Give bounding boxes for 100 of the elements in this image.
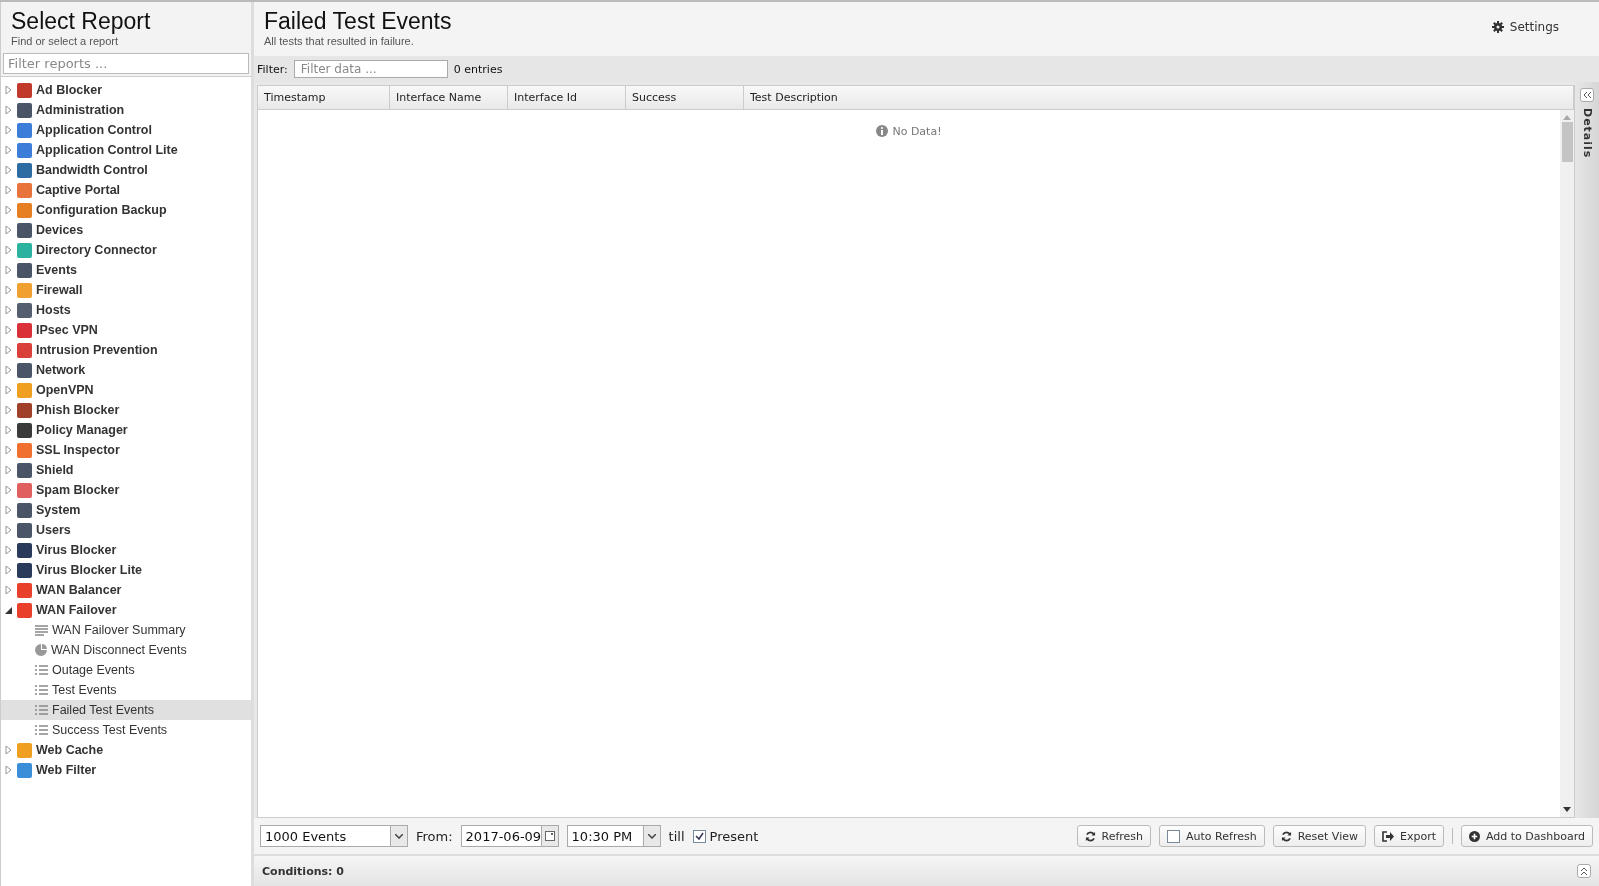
tree-item[interactable]: Network	[1, 360, 251, 380]
lines-icon	[35, 624, 48, 636]
checkbox[interactable]	[1167, 829, 1181, 843]
expanded-arrow-icon[interactable]	[5, 605, 13, 615]
collapsed-arrow-icon[interactable]	[5, 445, 13, 455]
caret-icon	[395, 833, 403, 839]
collapsed-arrow-icon[interactable]	[5, 185, 13, 195]
tree-item[interactable]: Application Control Lite	[1, 140, 251, 160]
collapsed-arrow-icon[interactable]	[5, 765, 13, 775]
tree-item[interactable]: Intrusion Prevention	[1, 340, 251, 360]
from-label: From:	[416, 828, 453, 844]
collapsed-arrow-icon[interactable]	[5, 465, 13, 475]
collapsed-arrow-icon[interactable]	[5, 105, 13, 115]
collapsed-arrow-icon[interactable]	[5, 145, 13, 155]
tree-item[interactable]: WAN Failover	[1, 600, 251, 620]
collapsed-arrow-icon[interactable]	[5, 265, 13, 275]
tree-item[interactable]: System	[1, 500, 251, 520]
collapsed-arrow-icon[interactable]	[5, 485, 13, 495]
tree-item[interactable]: Hosts	[1, 300, 251, 320]
expand-up-button[interactable]	[1577, 864, 1591, 878]
tree-item[interactable]: Policy Manager	[1, 420, 251, 440]
column-header[interactable]: Timestamp	[258, 86, 390, 109]
collapsed-arrow-icon[interactable]	[5, 245, 13, 255]
collapsed-arrow-icon[interactable]	[5, 345, 13, 355]
list-icon	[35, 704, 48, 716]
collapsed-arrow-icon[interactable]	[5, 325, 13, 335]
tree-item[interactable]: Events	[1, 260, 251, 280]
tree-item[interactable]: IPsec VPN	[1, 320, 251, 340]
tree-item[interactable]: Outage Events	[1, 660, 251, 680]
filter-label: Filter:	[257, 62, 288, 76]
tree-item[interactable]: Ad Blocker	[1, 80, 251, 100]
filter-reports-field[interactable]: Filter reports ...	[3, 53, 249, 74]
filter-data-field[interactable]: Filter data ...	[293, 60, 448, 78]
column-header[interactable]: Interface Id	[508, 86, 626, 109]
events-limit-select[interactable]: 1000 Events	[260, 825, 408, 847]
column-header[interactable]: Success	[626, 86, 744, 109]
collapsed-arrow-icon[interactable]	[5, 365, 13, 375]
scroll-thumb[interactable]	[1561, 122, 1573, 162]
tree-item[interactable]: SSL Inspector	[1, 440, 251, 460]
conditions-label: Conditions: 0	[262, 864, 344, 878]
tree-item[interactable]: Bandwidth Control	[1, 160, 251, 180]
collapsed-arrow-icon[interactable]	[5, 85, 13, 95]
tree-item[interactable]: Spam Blocker	[1, 480, 251, 500]
tree-item[interactable]: WAN Disconnect Events	[1, 640, 251, 660]
collapsed-arrow-icon[interactable]	[5, 525, 13, 535]
toolbar-button[interactable]: Auto Refresh	[1159, 825, 1265, 847]
scroll-up-icon[interactable]	[1563, 114, 1571, 120]
toolbar-button[interactable]: Refresh	[1076, 825, 1152, 847]
tree-item[interactable]: Virus Blocker Lite	[1, 560, 251, 580]
tree-item[interactable]: Web Filter	[1, 760, 251, 780]
scroll-down-icon[interactable]	[1563, 807, 1571, 813]
tree-item[interactable]: Application Control	[1, 120, 251, 140]
toolbar-button[interactable]: Export	[1373, 825, 1444, 847]
collapsed-arrow-icon[interactable]	[5, 285, 13, 295]
tree-item[interactable]: WAN Balancer	[1, 580, 251, 600]
scrollbar[interactable]	[1560, 110, 1574, 817]
toolbar-button[interactable]: Reset View	[1272, 825, 1366, 847]
time-select[interactable]: 10:30 PM	[566, 825, 661, 847]
collapsed-arrow-icon[interactable]	[5, 125, 13, 135]
details-label[interactable]: Details	[1580, 108, 1594, 159]
present-checkbox[interactable]	[692, 829, 706, 843]
tree-item[interactable]: Success Test Events	[1, 720, 251, 740]
collapsed-arrow-icon[interactable]	[5, 585, 13, 595]
tree-item[interactable]: Configuration Backup	[1, 200, 251, 220]
column-header[interactable]: Interface Name	[390, 86, 508, 109]
column-header[interactable]: Test Description	[744, 86, 1574, 109]
collapsed-arrow-icon[interactable]	[5, 405, 13, 415]
tree-item[interactable]: Phish Blocker	[1, 400, 251, 420]
collapsed-arrow-icon[interactable]	[5, 745, 13, 755]
tree-item[interactable]: Shield	[1, 460, 251, 480]
tree-item[interactable]: OpenVPN	[1, 380, 251, 400]
report-title: Failed Test Events	[264, 8, 452, 35]
tree-item[interactable]: Failed Test Events	[1, 700, 251, 720]
tree-item[interactable]: Captive Portal	[1, 180, 251, 200]
settings-button[interactable]: Settings	[1491, 20, 1589, 34]
collapsed-arrow-icon[interactable]	[5, 305, 13, 315]
tree-item[interactable]: WAN Failover Summary	[1, 620, 251, 640]
double-chevron-icon	[1582, 91, 1592, 99]
tree-item[interactable]: Test Events	[1, 680, 251, 700]
collapsed-arrow-icon[interactable]	[5, 165, 13, 175]
tree-item[interactable]: Devices	[1, 220, 251, 240]
list-icon	[35, 724, 48, 736]
date-field[interactable]: 2017-06-09	[460, 825, 559, 847]
toolbar-button[interactable]: Add to Dashboard	[1461, 825, 1593, 847]
tree-item[interactable]: Users	[1, 520, 251, 540]
list-icon	[35, 664, 48, 676]
tree-item[interactable]: Administration	[1, 100, 251, 120]
collapsed-arrow-icon[interactable]	[5, 425, 13, 435]
tree-item[interactable]: Web Cache	[1, 740, 251, 760]
tree-item[interactable]: Virus Blocker	[1, 540, 251, 560]
collapsed-arrow-icon[interactable]	[5, 565, 13, 575]
collapsed-arrow-icon[interactable]	[5, 545, 13, 555]
collapsed-arrow-icon[interactable]	[5, 505, 13, 515]
collapsed-arrow-icon[interactable]	[5, 205, 13, 215]
expand-button[interactable]	[1580, 88, 1594, 102]
calendar-icon	[544, 831, 555, 841]
collapsed-arrow-icon[interactable]	[5, 385, 13, 395]
collapsed-arrow-icon[interactable]	[5, 225, 13, 235]
tree-item[interactable]: Firewall	[1, 280, 251, 300]
tree-item[interactable]: Directory Connector	[1, 240, 251, 260]
